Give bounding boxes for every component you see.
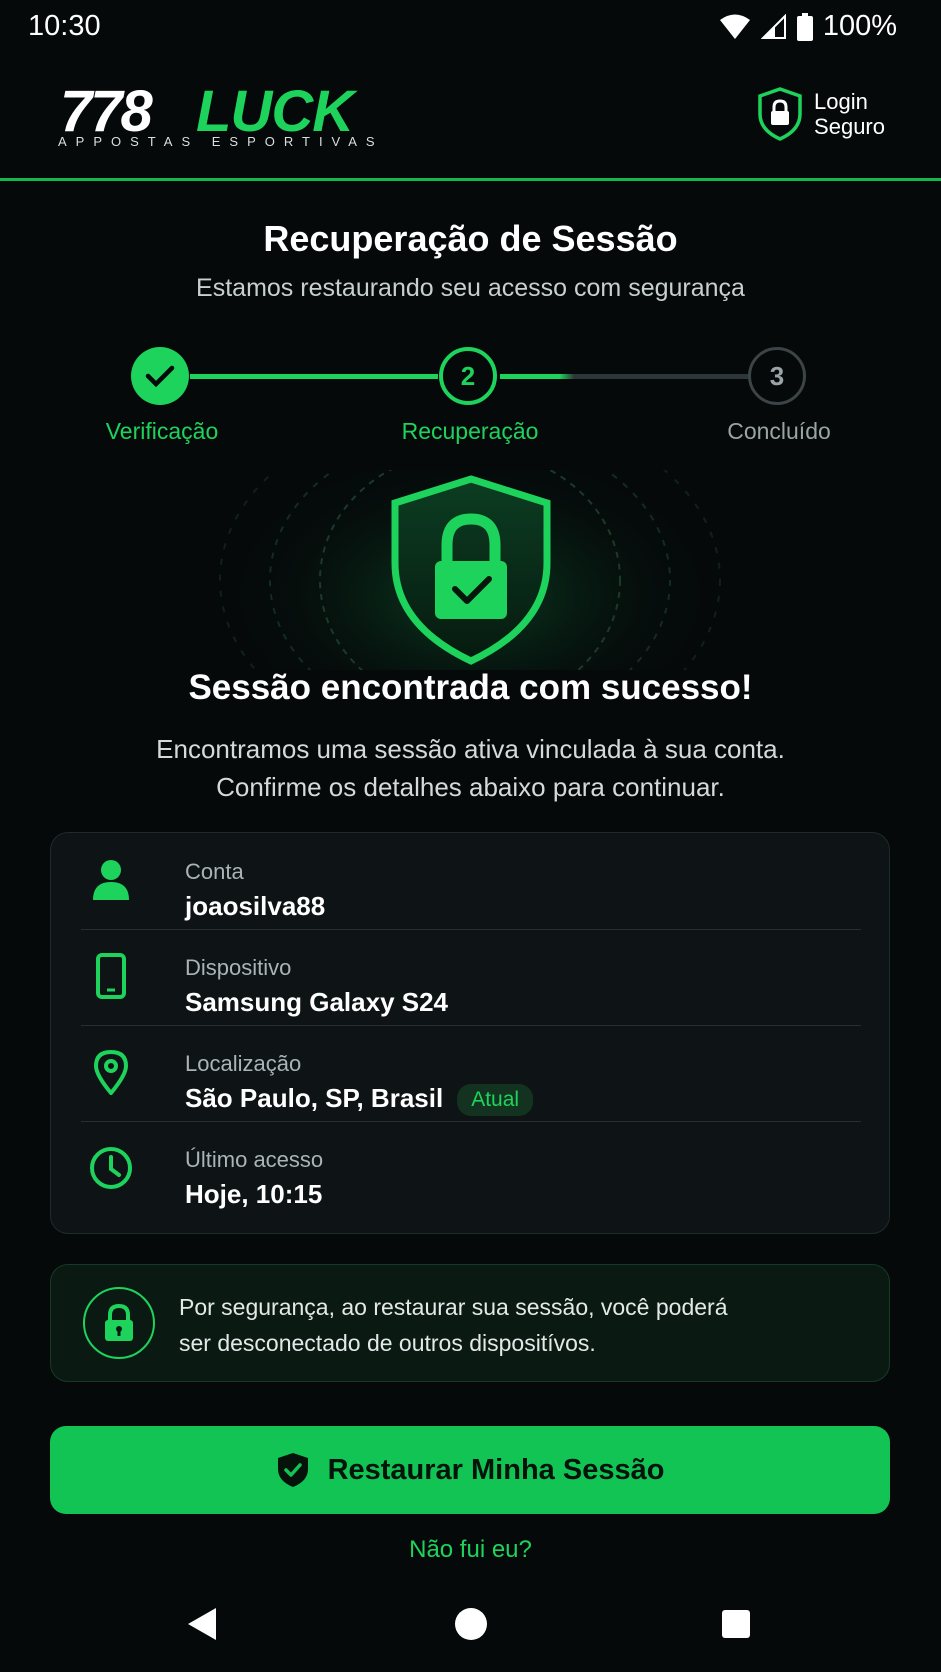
nav-recents-icon[interactable] xyxy=(720,1606,752,1642)
restore-session-label: Restaurar Minha Sessão xyxy=(327,1453,665,1486)
page-title: Recuperação de Sessão xyxy=(263,218,678,259)
logo-tagline: APPOSTAS ESPORTIVAS xyxy=(58,134,384,149)
page-subtitle: Estamos restaurando seu acesso com segur… xyxy=(196,274,745,302)
detail-value: Samsung Galaxy S24 xyxy=(185,987,449,1017)
location-value: São Paulo, SP, Brasil xyxy=(185,1083,444,1113)
detail-row-device: Dispositivo Samsung Galaxy S24 xyxy=(81,929,861,1026)
detail-value: joaosilva88 xyxy=(185,891,326,921)
detail-row-last-access: Último acesso Hoje, 10:15 xyxy=(81,1121,861,1217)
secure-login-label: Login Seguro xyxy=(814,89,885,139)
current-location-badge: Atual xyxy=(457,1084,534,1117)
battery-icon xyxy=(796,12,813,41)
not-me-link[interactable]: Não fui eu? xyxy=(0,1536,941,1564)
location-pin-icon xyxy=(87,1047,135,1097)
session-details-card: Conta joaosilva88 Dispositivo Samsung Ga… xyxy=(50,832,890,1234)
step-3-number: 3 xyxy=(769,360,785,391)
step-2-number: 2 xyxy=(460,360,476,391)
detail-value: São Paulo, SP, Brasil Atual xyxy=(185,1083,534,1117)
signal-icon xyxy=(760,13,786,39)
login-line-1: Login xyxy=(814,89,868,114)
lock-icon xyxy=(83,1287,155,1359)
success-headline: Sessão encontrada com sucesso! xyxy=(188,668,753,707)
step-1-label: Verificação xyxy=(105,418,219,444)
step-2-active: 2 xyxy=(439,347,497,405)
shield-check-lock-icon xyxy=(391,475,551,665)
nav-back-icon[interactable] xyxy=(186,1606,218,1642)
restore-session-button[interactable]: Restaurar Minha Sessão xyxy=(50,1426,890,1514)
step-3-pending: 3 xyxy=(748,347,806,405)
clock-icon xyxy=(87,1143,135,1193)
step-connector-1 xyxy=(190,374,438,379)
step-2-label: Recuperação xyxy=(401,418,539,444)
user-icon xyxy=(87,855,135,905)
step-1-done xyxy=(131,347,189,405)
shield-check-icon xyxy=(277,1453,308,1487)
status-time: 10:30 xyxy=(28,10,101,42)
description-line-1: Encontramos uma sessão ativa vinculada à… xyxy=(156,734,785,764)
notice-line-1: Por segurança, ao restaurar sua sessão, … xyxy=(179,1294,728,1320)
detail-row-location: Localização São Paulo, SP, Brasil Atual xyxy=(81,1025,861,1122)
detail-row-account: Conta joaosilva88 xyxy=(81,833,861,930)
notice-line-2: ser desconectado de outros dispositívos. xyxy=(179,1330,596,1356)
phone-icon xyxy=(87,951,135,1001)
step-3-label: Concluído xyxy=(727,418,831,444)
description-line-2: Confirme os detalhes abaixo para continu… xyxy=(216,772,725,802)
step-connector-2 xyxy=(500,374,748,379)
security-notice: Por segurança, ao restaurar sua sessão, … xyxy=(50,1264,890,1382)
detail-value: Hoje, 10:15 xyxy=(185,1179,323,1209)
detail-label: Conta xyxy=(185,859,244,884)
detail-label: Último acesso xyxy=(185,1147,324,1172)
secure-login-badge[interactable]: Login Seguro xyxy=(756,86,885,142)
notice-text: Por segurança, ao restaurar sua sessão, … xyxy=(179,1289,819,1361)
check-icon xyxy=(145,365,175,388)
success-description: Encontramos uma sessão ativa vinculada à… xyxy=(0,730,941,806)
status-icons: 100% xyxy=(719,10,897,43)
nav-home-icon[interactable] xyxy=(454,1606,488,1642)
battery-level: 100% xyxy=(822,10,897,42)
detail-label: Dispositivo xyxy=(185,955,292,980)
login-line-2: Seguro xyxy=(814,114,885,139)
wifi-icon xyxy=(719,14,750,39)
detail-label: Localização xyxy=(185,1051,302,1076)
shield-lock-icon xyxy=(758,87,802,141)
